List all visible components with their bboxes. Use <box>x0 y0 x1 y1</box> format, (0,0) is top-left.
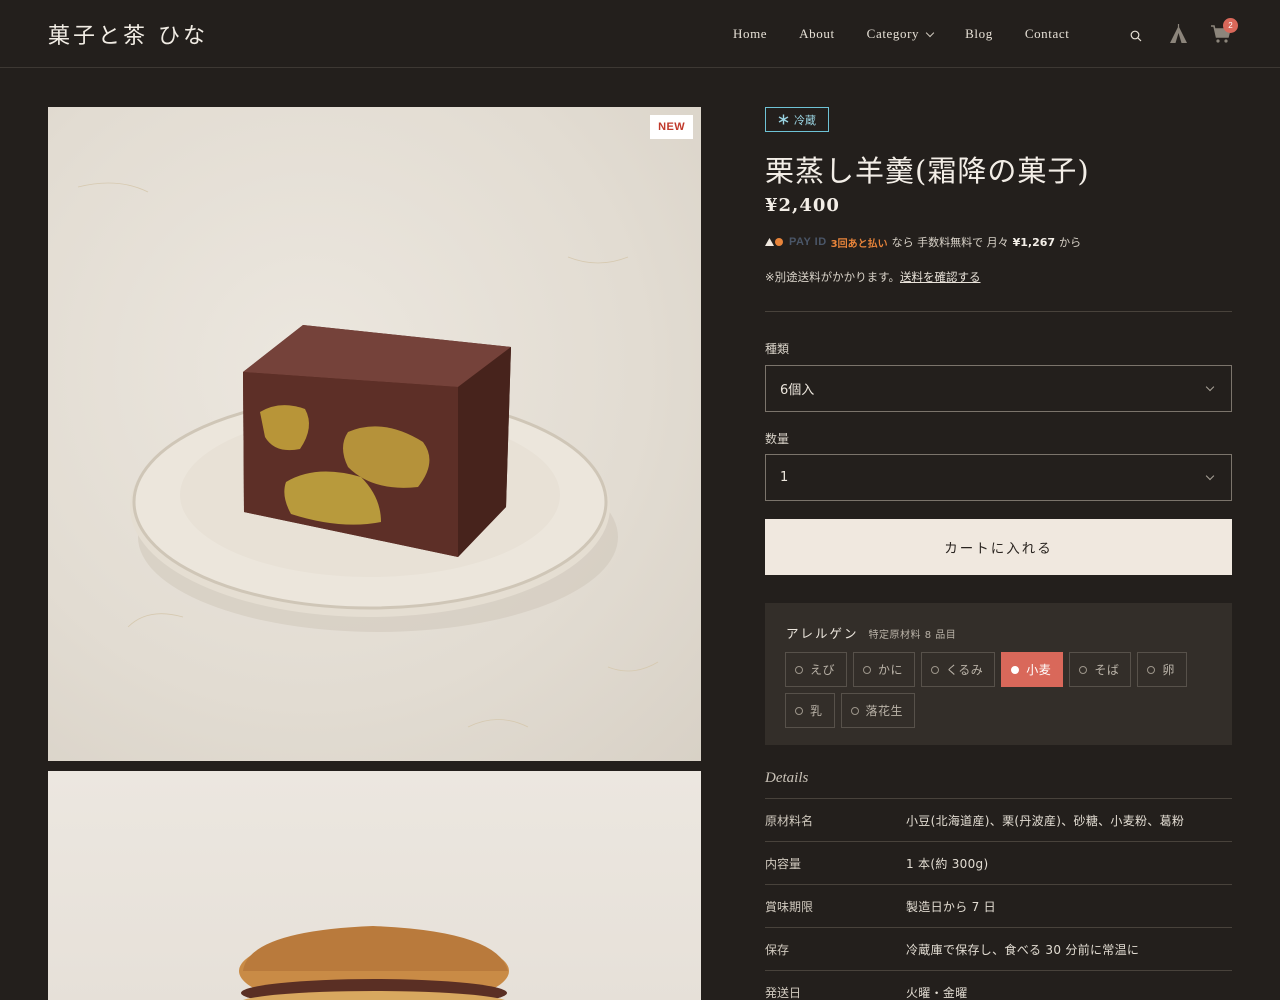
allergen-chip[interactable]: えび <box>785 652 848 687</box>
paidy-atobarai: 3回あと払い <box>830 238 888 250</box>
allergen-chip[interactable]: かに <box>853 652 916 687</box>
details-value: 火曜・金曜 <box>906 985 968 1000</box>
details-row: 内容量 1 本(約 300g) <box>765 841 1232 884</box>
site-logo[interactable]: 菓子と茶 ひな <box>48 18 208 50</box>
add-to-cart-button[interactable]: カートに入れる <box>765 519 1232 575</box>
nav-about[interactable]: About <box>799 26 835 42</box>
paidy-amount: ¥1,267 <box>1012 235 1056 249</box>
shipping-link[interactable]: 送料を確認する <box>900 270 981 284</box>
chevron-down-icon <box>925 28 935 37</box>
nav-category-label: Category <box>866 26 920 41</box>
chevron-down-icon <box>1205 382 1215 391</box>
paidy-info: PAY ID 3回あと払い なら 手数料無料で 月々 ¥1,267 から <box>765 234 1081 250</box>
allergen-chip-label: 落花生 <box>865 704 904 718</box>
product-image-yokan[interactable]: NEW <box>48 107 701 761</box>
details-value: 冷蔵庫で保存し、食べる 30 分前に常温に <box>906 942 1140 957</box>
details-key: 内容量 <box>765 856 802 871</box>
type-select[interactable]: 6個入 <box>765 365 1232 412</box>
paidy-suffix: から <box>1059 236 1082 249</box>
dot-icon <box>1147 665 1156 674</box>
details-key: 保存 <box>765 942 790 957</box>
details-table: 原材料名 小豆(北海道産)、栗(丹波産)、砂糖、小麦粉、葛粉 内容量 1 本(約 3… <box>765 798 1232 1000</box>
allergen-chip[interactable]: 卵 <box>1137 652 1187 687</box>
cart-count-badge: 2 <box>1223 18 1238 33</box>
product-price: ¥2,400 <box>765 195 840 216</box>
allergen-chip-label: 乳 <box>810 704 823 718</box>
dot-icon <box>795 665 803 674</box>
snowflake-icon <box>778 114 789 125</box>
nav-contact[interactable]: Contact <box>1025 26 1070 42</box>
shipping-note-text: ※別途送料がかかります。 <box>765 270 900 284</box>
quantity-select[interactable]: 1 <box>765 454 1232 501</box>
details-heading: Details <box>765 770 809 786</box>
type-select-value: 6個入 <box>780 383 815 398</box>
storage-tag: 冷蔵 <box>765 107 829 132</box>
allergen-chip[interactable]: くるみ <box>921 652 996 687</box>
nav-blog[interactable]: Blog <box>965 26 993 42</box>
details-row: 賞味期限 製造日から 7 日 <box>765 884 1232 927</box>
nav-home[interactable]: Home <box>733 26 767 42</box>
product-title: 栗蒸し羊羹(霜降の菓子) <box>765 154 1090 188</box>
details-key: 発送日 <box>765 985 802 1000</box>
dot-icon <box>850 706 859 715</box>
details-row: 原材料名 小豆(北海道産)、栗(丹波産)、砂糖、小麦粉、葛粉 <box>765 798 1232 841</box>
dot-icon <box>863 665 872 674</box>
allergen-title: アレルゲン <box>786 626 859 641</box>
details-value: 1 本(約 300g) <box>906 856 989 871</box>
dot-icon <box>1079 665 1088 674</box>
quantity-select-value: 1 <box>780 470 789 485</box>
dot-icon <box>1011 665 1020 674</box>
new-badge: NEW <box>650 115 693 139</box>
allergen-chip-label: 小麦 <box>1026 663 1052 677</box>
allergen-chip[interactable]: そば <box>1069 652 1132 687</box>
details-value: 製造日から 7 日 <box>906 899 996 914</box>
search-icon[interactable] <box>1130 27 1142 46</box>
allergen-chip-label: えび <box>810 663 836 677</box>
quantity-label: 数量 <box>765 432 790 446</box>
tent-icon[interactable] <box>1169 24 1188 48</box>
paidy-text: なら 手数料無料で 月々 <box>891 236 1009 249</box>
allergen-chip-label: かに <box>878 663 904 677</box>
chevron-down-icon <box>1205 471 1215 480</box>
allergen-subtitle: 特定原材料 8 品目 <box>868 630 957 641</box>
site-header: 菓子と茶 ひな Home About Category Blog Contact… <box>0 0 1280 68</box>
paidy-logo-icon <box>765 238 783 246</box>
divider <box>765 311 1232 312</box>
allergen-chips: えび かに くるみ 小麦 そば 卵 乳 落花生 <box>785 652 1215 728</box>
allergen-chip-label: 卵 <box>1162 663 1175 677</box>
allergen-panel: アレルゲン 特定原材料 8 品目 えび かに くるみ 小麦 そば 卵 乳 落花生 <box>765 603 1232 745</box>
shipping-note: ※別途送料がかかります。送料を確認する <box>765 269 981 285</box>
details-key: 原材料名 <box>765 813 814 828</box>
type-label: 種類 <box>765 342 790 356</box>
dot-icon <box>795 706 803 715</box>
allergen-chip-label: くるみ <box>946 663 984 677</box>
allergen-header: アレルゲン 特定原材料 8 品目 <box>786 623 956 642</box>
product-image-dorayaki[interactable] <box>48 771 701 1000</box>
allergen-chip[interactable]: 乳 <box>785 693 835 728</box>
storage-tag-label: 冷蔵 <box>794 113 816 127</box>
dot-icon <box>931 665 940 674</box>
paidy-logo-text: PAY ID <box>789 236 827 248</box>
main-nav: Home About Category Blog Contact <box>733 26 1101 42</box>
allergen-chip[interactable]: 落花生 <box>840 693 916 728</box>
details-value: 小豆(北海道産)、栗(丹波産)、砂糖、小麦粉、葛粉 <box>906 813 1185 828</box>
details-row: 発送日 火曜・金曜 <box>765 970 1232 1000</box>
details-key: 賞味期限 <box>765 899 814 914</box>
nav-category[interactable]: Category <box>866 26 935 42</box>
details-row: 保存 冷蔵庫で保存し、食べる 30 分前に常温に <box>765 927 1232 970</box>
allergen-chip[interactable]: 小麦 <box>1001 652 1064 687</box>
allergen-chip-label: そば <box>1094 663 1120 677</box>
